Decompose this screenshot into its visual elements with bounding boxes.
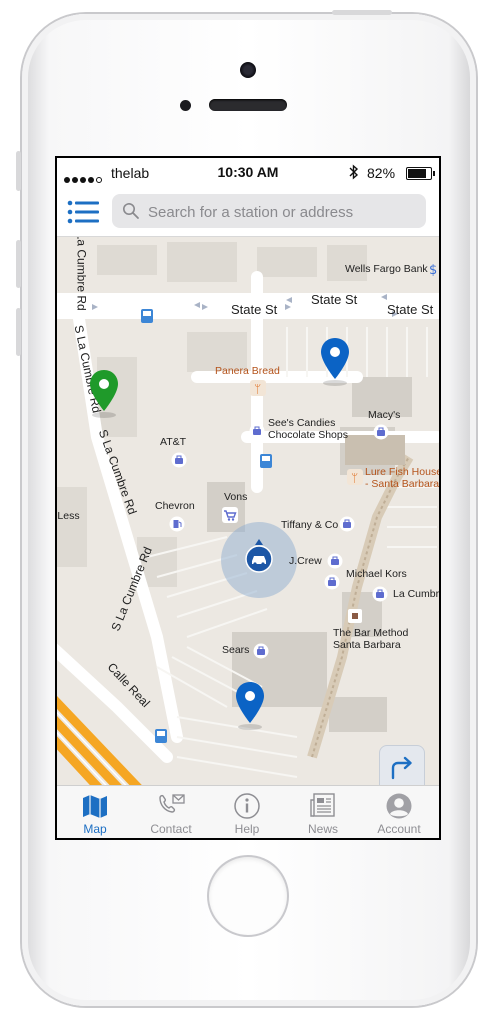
bus-stop-icon (155, 729, 167, 743)
place-label: J.Crew (289, 555, 322, 567)
info-icon (234, 793, 260, 819)
svg-text:ᛘ: ᛘ (254, 382, 261, 396)
volume-down-button (16, 308, 21, 356)
search-field[interactable] (112, 194, 426, 230)
earpiece-speaker (209, 99, 287, 111)
tab-bar: Map Contact Help News Account (57, 785, 439, 838)
fitness-icon (348, 609, 362, 623)
home-button[interactable] (209, 857, 287, 935)
account-icon (386, 793, 412, 819)
bluetooth-icon (349, 164, 359, 180)
gas-station-icon (169, 516, 185, 532)
svg-text:$: $ (429, 263, 437, 277)
search-header (57, 190, 439, 237)
phone-mail-icon (159, 794, 185, 813)
cart-icon (222, 507, 238, 523)
tab-label: Map (83, 822, 107, 836)
list-menu-icon[interactable] (67, 198, 101, 226)
street-label: S La Cumbre Rd (74, 237, 89, 311)
shop-bag-icon (373, 424, 389, 440)
shop-bag-icon (249, 423, 265, 439)
power-button (332, 10, 392, 15)
map-icon (83, 795, 107, 818)
shop-bag-icon (171, 452, 187, 468)
turn-right-arrow-icon[interactable] (389, 755, 415, 781)
bus-stop-icon (141, 309, 153, 323)
restaurant-icon: ᛘ (347, 469, 363, 485)
place-label: Chocolate Shops (268, 429, 348, 441)
svg-text:ᛘ: ᛘ (351, 471, 358, 485)
battery-percent: 82% (367, 165, 396, 181)
tab-label: News (307, 822, 338, 836)
tab-map[interactable]: Map (57, 786, 133, 838)
place-label: Vons (224, 491, 248, 503)
tab-label: Help (234, 822, 260, 836)
place-label: Michael Kors (346, 568, 407, 580)
place-label: r Less (57, 510, 80, 522)
tab-contact[interactable]: Contact (133, 786, 209, 838)
map-view[interactable]: State St State St State St S La Cumbre R… (57, 237, 439, 785)
station-pin-icon[interactable] (320, 337, 350, 387)
tab-label: Account (377, 822, 421, 836)
proximity-sensor (180, 100, 191, 111)
bus-stop-icon (260, 454, 272, 468)
shop-bag-icon (253, 643, 269, 659)
battery-icon (406, 167, 435, 180)
station-pin-icon[interactable] (235, 681, 265, 731)
place-label: La Cumbre (393, 588, 439, 600)
place-label: Santa Barbara (333, 639, 401, 651)
place-label: Panera Bread (215, 365, 280, 377)
search-icon (123, 203, 139, 219)
status-bar: thelab 10:30 AM 82% (57, 158, 439, 190)
place-label: Lure Fish House (365, 466, 439, 478)
place-label: Tiffany & Co (281, 519, 339, 531)
station-pin-icon[interactable] (89, 369, 119, 419)
volume-up-button (16, 240, 21, 288)
street-label: State St (387, 302, 434, 317)
place-label: The Bar Method (333, 627, 409, 639)
map-controls-panel (379, 745, 425, 785)
place-label: Wells Fargo Bank (345, 263, 428, 275)
place-label: Chevron (155, 500, 195, 512)
place-label: Macy's (368, 409, 401, 421)
tab-account[interactable]: Account (361, 786, 437, 838)
current-location-car-icon[interactable] (245, 539, 273, 573)
mute-switch (16, 151, 21, 191)
restaurant-icon: ᛘ (250, 380, 266, 396)
shop-bag-icon (324, 574, 340, 590)
shop-bag-icon (339, 516, 355, 532)
shop-bag-icon (327, 553, 343, 569)
search-input[interactable] (146, 194, 420, 230)
front-camera (240, 62, 256, 78)
place-label: See's Candies (268, 417, 336, 429)
news-icon (310, 793, 335, 817)
place-label: AT&T (160, 436, 187, 448)
phone-screen: thelab 10:30 AM 82% Search for a station… (55, 156, 441, 840)
tab-label: Contact (150, 822, 192, 836)
street-label: State St (311, 292, 358, 307)
shop-bag-icon (372, 586, 388, 602)
street-label: State St (231, 302, 278, 317)
bank-icon: $ (429, 263, 437, 277)
place-label: - Santa Barbara (365, 478, 439, 490)
tab-news[interactable]: News (285, 786, 361, 838)
tab-help[interactable]: Help (209, 786, 285, 838)
place-label: Sears (222, 644, 250, 656)
